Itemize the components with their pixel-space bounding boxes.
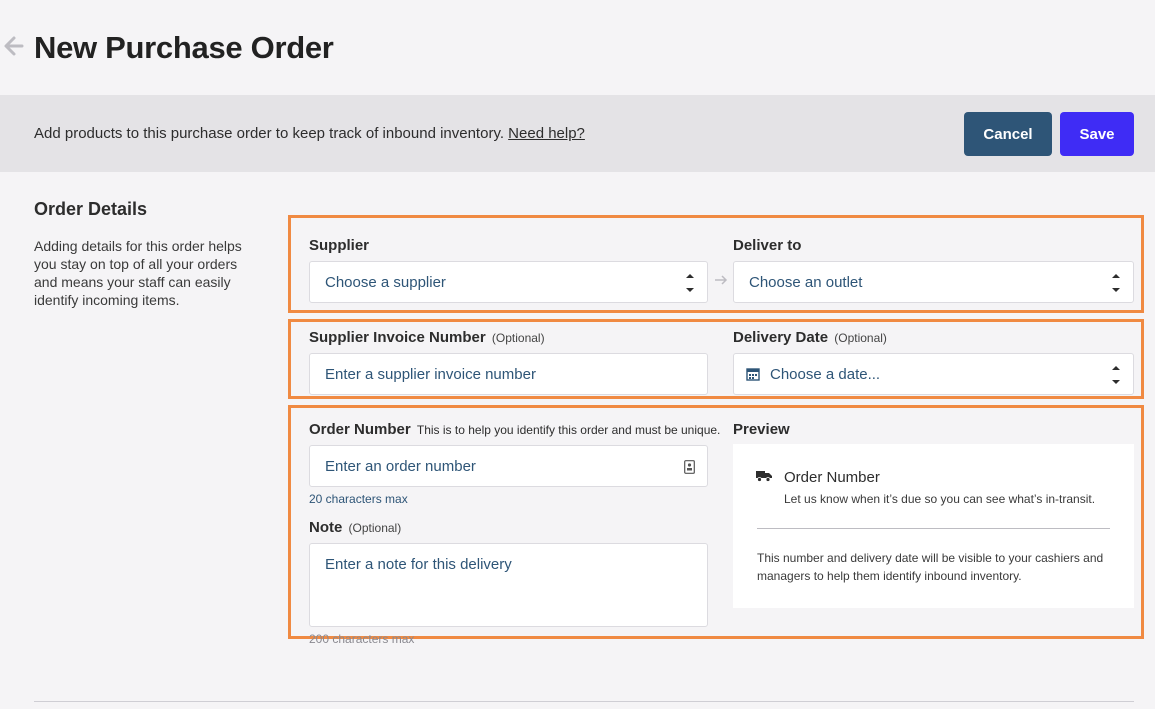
page-title: New Purchase Order [34, 30, 334, 65]
optional-tag: (Optional) [834, 331, 887, 345]
deliver-to-label: Deliver to [733, 237, 802, 254]
banner-message: Add products to this purchase order to k… [34, 125, 504, 142]
stepper-icon [1112, 366, 1120, 384]
arrow-right-icon [715, 275, 728, 285]
delivery-date-label: Delivery Date (Optional) [733, 329, 887, 346]
invoice-number-input[interactable]: Enter a supplier invoice number [309, 353, 708, 395]
optional-tag: (Optional) [491, 331, 545, 345]
note-label: Note (Optional) [309, 519, 401, 536]
optional-tag: (Optional) [348, 521, 402, 535]
calendar-icon [746, 368, 760, 381]
supplier-select-value: Choose a supplier [325, 274, 446, 291]
order-number-input[interactable]: Enter an order number [309, 445, 708, 487]
order-number-label: Order Number This is to help you identif… [309, 421, 720, 438]
section-description: Adding details for this order helps you … [34, 238, 242, 308]
invoice-number-placeholder: Enter a supplier invoice number [325, 366, 536, 383]
deliver-to-select[interactable]: Choose an outlet [733, 261, 1134, 303]
note-hint: 200 characters max [309, 632, 415, 646]
note-placeholder: Enter a note for this delivery [325, 556, 512, 573]
preview-label: Preview [733, 421, 790, 438]
stepper-icon [1112, 274, 1120, 292]
preview-card: Order Number Let us know when it’s due s… [733, 444, 1134, 608]
order-number-placeholder: Enter an order number [325, 458, 476, 475]
preview-info: This number and delivery date will be vi… [757, 551, 1104, 583]
supplier-select[interactable]: Choose a supplier [309, 261, 708, 303]
cancel-button[interactable]: Cancel [964, 112, 1052, 156]
delivery-date-label-text: Delivery Date [733, 329, 829, 346]
invoice-number-label: Supplier Invoice Number (Optional) [309, 329, 545, 346]
order-number-hint: 20 characters max [309, 492, 408, 506]
stepper-icon [686, 274, 694, 292]
page-header: New Purchase Order [0, 26, 1155, 70]
section-title: Order Details [34, 199, 148, 219]
truck-icon [756, 471, 772, 482]
back-arrow-icon[interactable] [2, 34, 26, 58]
need-help-link[interactable]: Need help? [508, 125, 585, 142]
preview-subtitle: Let us know when it’s due so you can see… [784, 492, 1096, 506]
delivery-date-picker[interactable]: Choose a date... [733, 353, 1134, 395]
info-banner: Add products to this purchase order to k… [0, 95, 1155, 172]
note-textarea[interactable]: Enter a note for this delivery [309, 543, 708, 627]
bottom-divider [34, 701, 1134, 702]
delivery-date-placeholder: Choose a date... [770, 366, 881, 383]
supplier-label: Supplier [309, 237, 370, 254]
invoice-number-label-text: Supplier Invoice Number [309, 329, 486, 346]
deliver-to-select-value: Choose an outlet [749, 274, 863, 291]
id-card-icon [684, 460, 695, 474]
save-button[interactable]: Save [1060, 112, 1134, 156]
order-number-helper: This is to help you identify this order … [416, 423, 721, 437]
preview-title: Order Number [784, 469, 880, 486]
note-label-text: Note [309, 519, 343, 536]
banner-text: Add products to this purchase order to k… [34, 125, 585, 143]
order-number-label-text: Order Number [309, 421, 411, 438]
preview-divider [757, 528, 1110, 529]
